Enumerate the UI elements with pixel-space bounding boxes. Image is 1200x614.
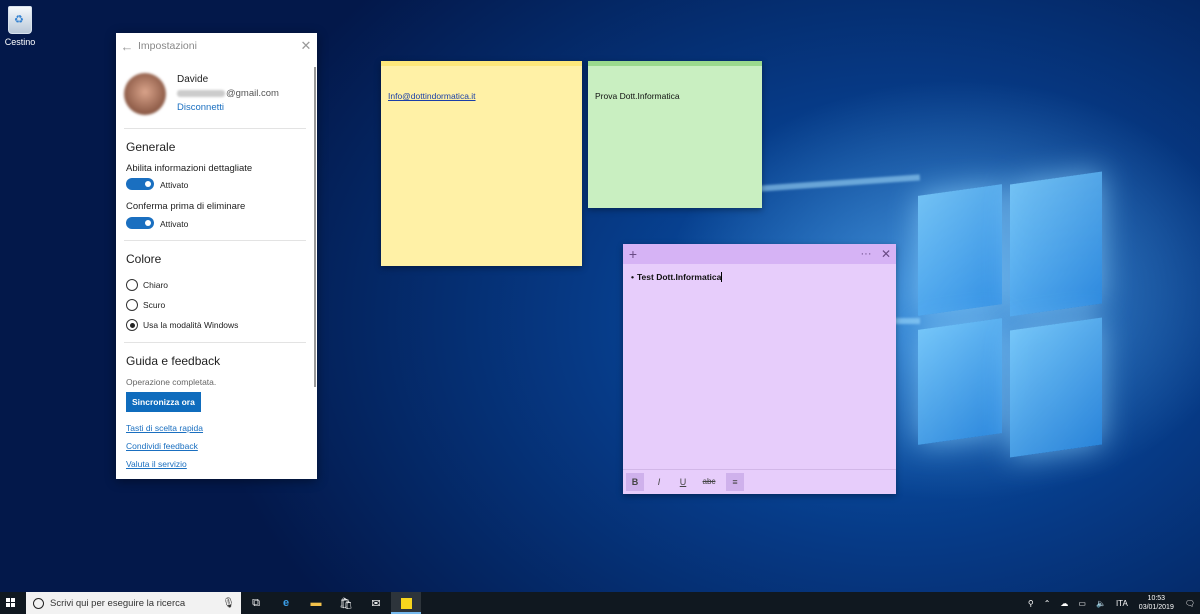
start-button[interactable] <box>0 592 22 614</box>
disconnect-link[interactable]: Disconnetti <box>177 102 224 113</box>
avatar <box>124 73 166 115</box>
sync-status: Operazione completata. <box>126 377 217 387</box>
file-explorer-icon[interactable]: ▬ <box>301 592 331 614</box>
scrollbar[interactable] <box>314 67 316 387</box>
microphone-icon[interactable]: 🎙 <box>222 598 235 609</box>
close-icon[interactable]: ✕ <box>295 38 317 54</box>
language-indicator[interactable]: ITA <box>1116 599 1128 608</box>
settings-title: Impostazioni <box>138 40 197 52</box>
recycle-bin[interactable]: Cestino <box>4 6 36 47</box>
general-heading: Generale <box>126 140 176 154</box>
shortcuts-link[interactable]: Tasti di scelta rapida <box>126 423 203 433</box>
confirm-delete-label: Conferma prima di eliminare <box>126 201 246 212</box>
sticky-note-purple[interactable]: + ··· ✕ Test Dott.Informatica B I U abc … <box>623 244 896 494</box>
format-toolbar: B I U abc ≡ <box>623 469 896 494</box>
settings-panel: ← Impostazioni ✕ Davide @gmail.com Disco… <box>116 33 317 479</box>
store-icon[interactable]: 🛍 <box>331 592 361 614</box>
italic-button[interactable]: I <box>650 473 668 491</box>
taskbar: Scrivi qui per eseguire la ricerca 🎙 ⧉ e… <box>0 592 1200 614</box>
detail-info-state: Attivato <box>160 180 189 190</box>
radio-light-label: Chiaro <box>143 280 169 290</box>
text-cursor <box>721 272 723 282</box>
mail-icon[interactable]: ✉ <box>361 592 391 614</box>
radio-dark-label: Scuro <box>143 300 166 310</box>
search-placeholder: Scrivi qui per eseguire la ricerca <box>50 597 186 609</box>
clock[interactable]: 10:53 03/01/2019 <box>1139 594 1174 612</box>
note-text: Prova Dott.Informatica <box>595 91 680 101</box>
note-titlebar: + ··· ✕ <box>623 244 896 264</box>
underline-button[interactable]: U <box>674 473 692 491</box>
clock-date: 03/01/2019 <box>1138 604 1174 611</box>
color-heading: Colore <box>126 252 162 266</box>
action-center-icon[interactable]: 🗨 <box>1185 599 1195 608</box>
detail-info-toggle[interactable] <box>126 178 154 190</box>
people-icon[interactable]: ⚲ <box>1028 599 1034 608</box>
add-note-icon[interactable]: + <box>623 246 643 262</box>
account-name: Davide <box>177 74 209 85</box>
bold-button[interactable]: B <box>626 473 644 491</box>
onedrive-icon[interactable]: ☁ <box>1060 599 1068 608</box>
account-email: @gmail.com <box>177 88 279 99</box>
sticky-note-yellow[interactable]: Info@dottindormatica.it <box>381 61 582 266</box>
strikethrough-button[interactable]: abc <box>698 473 720 491</box>
back-arrow-icon[interactable]: ← <box>116 39 138 54</box>
detail-info-label: Abilita informazioni dettagliate <box>126 163 253 174</box>
radio-dark[interactable] <box>126 299 138 311</box>
chevron-up-icon[interactable]: ⌃ <box>1044 599 1051 608</box>
task-view-icon[interactable]: ⧉ <box>241 592 271 614</box>
bullet-list-button[interactable]: ≡ <box>726 473 744 491</box>
clock-time: 10:53 <box>1147 595 1166 602</box>
note-editor[interactable]: Test Dott.Informatica <box>631 272 723 282</box>
close-note-icon[interactable]: ✕ <box>876 247 896 261</box>
feedback-link[interactable]: Condividi feedback <box>126 441 198 451</box>
radio-windows-mode-label: Usa la modalità Windows <box>143 320 239 330</box>
help-heading: Guida e feedback <box>126 354 221 368</box>
sticky-note-green[interactable]: Prova Dott.Informatica <box>588 61 762 208</box>
radio-windows-mode[interactable] <box>126 319 138 331</box>
divider <box>124 240 306 241</box>
sync-now-button[interactable]: Sincronizza ora <box>126 392 201 412</box>
note-text: Test Dott.Informatica <box>636 272 722 282</box>
divider <box>124 128 306 129</box>
note-email-link[interactable]: Info@dottindormatica.it <box>388 91 476 101</box>
divider <box>124 342 306 343</box>
search-box[interactable]: Scrivi qui per eseguire la ricerca 🎙 <box>26 592 241 614</box>
redacted-email-part <box>177 89 225 97</box>
recycle-bin-label: Cestino <box>4 37 36 47</box>
network-icon[interactable]: ▭ <box>1078 599 1086 608</box>
recycle-bin-icon <box>8 6 32 34</box>
confirm-delete-toggle[interactable] <box>126 217 154 229</box>
account-section: Davide @gmail.com Disconnetti <box>124 71 309 123</box>
edge-icon[interactable]: e <box>271 592 301 614</box>
settings-header: ← Impostazioni ✕ <box>116 33 317 59</box>
confirm-delete-state: Attivato <box>160 219 189 229</box>
radio-light[interactable] <box>126 279 138 291</box>
more-options-icon[interactable]: ··· <box>856 248 876 260</box>
cortana-icon <box>33 597 44 609</box>
sticky-notes-icon[interactable] <box>391 592 421 614</box>
volume-icon[interactable]: 🔈 <box>1096 599 1106 608</box>
system-tray: ⚲ ⌃ ☁ ▭ 🔈 ITA 10:53 03/01/2019 🗨 <box>1023 592 1200 614</box>
rate-service-link[interactable]: Valuta il servizio <box>126 459 187 469</box>
